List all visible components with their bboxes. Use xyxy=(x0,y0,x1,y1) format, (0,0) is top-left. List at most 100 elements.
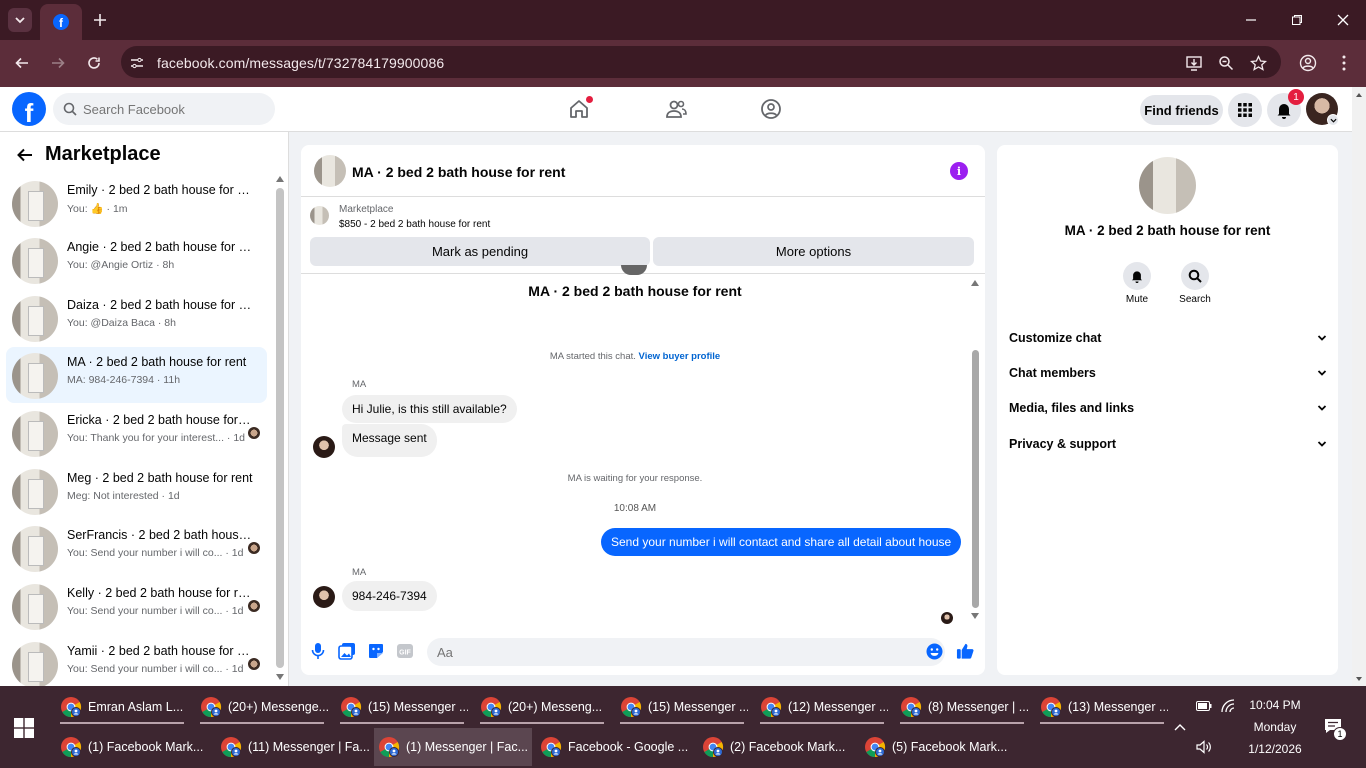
find-friends-button[interactable]: Find friends xyxy=(1140,95,1223,125)
conversation-item[interactable]: MA · 2 bed 2 bath house for rent MA: 984-… xyxy=(6,347,267,403)
taskbar-window-button[interactable]: (12) Messenger ... xyxy=(756,688,888,726)
listing-thumbnail[interactable] xyxy=(310,206,329,225)
clock-date[interactable]: 1/12/2026 xyxy=(1240,742,1310,756)
volume-icon[interactable] xyxy=(1195,738,1213,756)
taskbar-window-button[interactable]: (8) Messenger | ... xyxy=(896,688,1028,726)
gif-icon[interactable]: GIF xyxy=(396,642,414,660)
scroll-up-arrow-icon[interactable] xyxy=(276,176,284,184)
taskbar-window-button[interactable]: (2) Facebook Mark... xyxy=(698,728,856,766)
sender-avatar[interactable] xyxy=(313,436,335,458)
info-icon[interactable]: i xyxy=(950,162,968,180)
conversation-item[interactable]: Kelly · 2 bed 2 bath house for rent You: … xyxy=(6,578,267,634)
conversation-item[interactable]: Ericka · 2 bed 2 bath house for rent You:… xyxy=(6,405,267,461)
site-info-icon[interactable] xyxy=(127,53,147,73)
message-bubble[interactable]: Message sent xyxy=(342,424,437,457)
chat-header-avatar[interactable] xyxy=(314,155,346,187)
mute-button[interactable] xyxy=(1123,262,1151,290)
browser-tab-facebook[interactable]: f xyxy=(40,4,82,40)
taskbar-window-button[interactable]: (5) Facebook Mark... xyxy=(860,728,1020,766)
url-text[interactable]: facebook.com/messages/t/732784179900086 xyxy=(157,55,444,71)
emoji-icon[interactable] xyxy=(925,642,943,660)
taskbar-window-button[interactable]: (1) Messenger | Fac... xyxy=(374,728,532,766)
search-label: Search xyxy=(1179,294,1211,305)
message-bubble[interactable]: 984-246-7394 xyxy=(342,581,437,611)
conversation-item[interactable]: Yamii · 2 bed 2 bath house for rent You: … xyxy=(6,636,267,692)
sticker-icon[interactable] xyxy=(367,642,385,660)
chat-scroll-down-icon[interactable] xyxy=(971,613,979,619)
media-files-links-section[interactable]: Media, files and links xyxy=(1009,398,1327,418)
tab-search-button[interactable] xyxy=(8,8,32,32)
page-scrollbar[interactable] xyxy=(1352,87,1366,686)
listing-price[interactable]: $850 - 2 bed 2 bath house for rent xyxy=(339,219,490,230)
chat-title[interactable]: MA · 2 bed 2 bath house for rent xyxy=(352,164,565,180)
taskbar-window-button[interactable]: (15) Messenger ... xyxy=(336,688,468,726)
minimize-icon xyxy=(1246,19,1256,21)
chat-info-avatar[interactable] xyxy=(1139,157,1196,214)
new-tab-button[interactable] xyxy=(88,8,112,32)
chat-members-section[interactable]: Chat members xyxy=(1009,363,1327,383)
back-button[interactable] xyxy=(8,49,36,77)
forward-button[interactable] xyxy=(44,49,72,77)
facebook-search-box[interactable] xyxy=(53,93,275,125)
taskbar-window-button[interactable]: (15) Messenger ... xyxy=(616,688,748,726)
taskbar-window-button[interactable]: Facebook - Google ... xyxy=(536,728,694,766)
menu-grid-button[interactable] xyxy=(1228,93,1262,127)
restore-button[interactable] xyxy=(1274,0,1320,40)
taskbar-window-button[interactable]: (1) Facebook Mark... xyxy=(56,728,212,766)
windows-start-icon[interactable] xyxy=(10,714,38,742)
svg-text:GIF: GIF xyxy=(399,650,411,657)
browser-menu-icon[interactable] xyxy=(1334,53,1354,73)
account-chevron-icon[interactable] xyxy=(1327,114,1339,126)
view-buyer-profile-link[interactable]: View buyer profile xyxy=(639,351,721,362)
profile-icon[interactable] xyxy=(1298,53,1318,73)
clock-day[interactable]: Monday xyxy=(1240,720,1310,734)
mark-as-pending-button[interactable]: Mark as pending xyxy=(310,237,650,266)
wifi-icon[interactable] xyxy=(1219,697,1237,715)
battery-icon[interactable] xyxy=(1195,697,1213,715)
groups-nav-icon[interactable] xyxy=(759,97,783,121)
facebook-logo-icon[interactable]: f xyxy=(12,92,46,128)
show-hidden-icons-chevron-icon[interactable] xyxy=(1171,718,1189,736)
chrome-icon xyxy=(480,696,502,718)
conversation-name: MA · 2 bed 2 bath house for rent xyxy=(67,355,247,369)
message-bubble[interactable]: Hi Julie, is this still available? xyxy=(342,395,517,423)
conversation-item[interactable]: Emily · 2 bed 2 bath house for rent You: … xyxy=(6,175,267,231)
my-message-bubble[interactable]: Send your number i will contact and shar… xyxy=(601,528,962,556)
minimize-button[interactable] xyxy=(1228,0,1274,40)
conversation-item[interactable]: SerFrancis · 2 bed 2 bath house for rent… xyxy=(6,520,267,576)
message-input[interactable] xyxy=(427,638,945,666)
sender-avatar[interactable] xyxy=(313,586,335,608)
section-label: Privacy & support xyxy=(1009,437,1116,451)
search-conversation-button[interactable] xyxy=(1181,262,1209,290)
chat-scroll-up-icon[interactable] xyxy=(971,280,979,286)
taskbar-window-button[interactable]: (20+) Messeng... xyxy=(476,688,608,726)
zoom-icon[interactable] xyxy=(1216,53,1236,73)
friends-nav-icon[interactable] xyxy=(664,97,688,121)
conversation-item[interactable]: Angie · 2 bed 2 bath house for rent You: … xyxy=(6,232,267,288)
reload-button[interactable] xyxy=(80,49,108,77)
taskbar-window-button[interactable]: Emran Aslam L... xyxy=(56,688,188,726)
customize-chat-section[interactable]: Customize chat xyxy=(1009,328,1327,348)
chat-scrollbar[interactable] xyxy=(972,350,979,608)
close-window-button[interactable] xyxy=(1320,0,1366,40)
chrome-icon xyxy=(760,696,782,718)
taskbar-window-button[interactable]: (13) Messenger ... xyxy=(1036,688,1168,726)
back-arrow-icon[interactable] xyxy=(15,145,35,165)
bookmark-star-icon[interactable] xyxy=(1248,53,1268,73)
clock-time[interactable]: 10:04 PM xyxy=(1240,698,1310,712)
microphone-icon[interactable] xyxy=(309,642,327,660)
search-input[interactable] xyxy=(83,101,263,117)
photo-icon[interactable] xyxy=(338,642,356,660)
taskbar-window-button[interactable]: (11) Messenger | Fa... xyxy=(216,728,370,766)
conversation-list-scrollbar[interactable] xyxy=(276,188,284,668)
install-app-icon[interactable] xyxy=(1184,53,1204,73)
chrome-icon xyxy=(540,736,562,758)
privacy-support-section[interactable]: Privacy & support xyxy=(1009,434,1327,454)
more-options-button[interactable]: More options xyxy=(653,237,974,266)
conversation-item[interactable]: Daiza · 2 bed 2 bath house for rent You: … xyxy=(6,290,267,346)
conversation-item[interactable]: Meg · 2 bed 2 bath house for rent Meg: No… xyxy=(6,463,267,519)
home-nav-icon[interactable] xyxy=(567,96,593,121)
scroll-down-arrow-icon[interactable] xyxy=(276,674,284,682)
thumbs-up-icon[interactable] xyxy=(956,642,974,660)
taskbar-window-button[interactable]: (20+) Messenge... xyxy=(196,688,328,726)
